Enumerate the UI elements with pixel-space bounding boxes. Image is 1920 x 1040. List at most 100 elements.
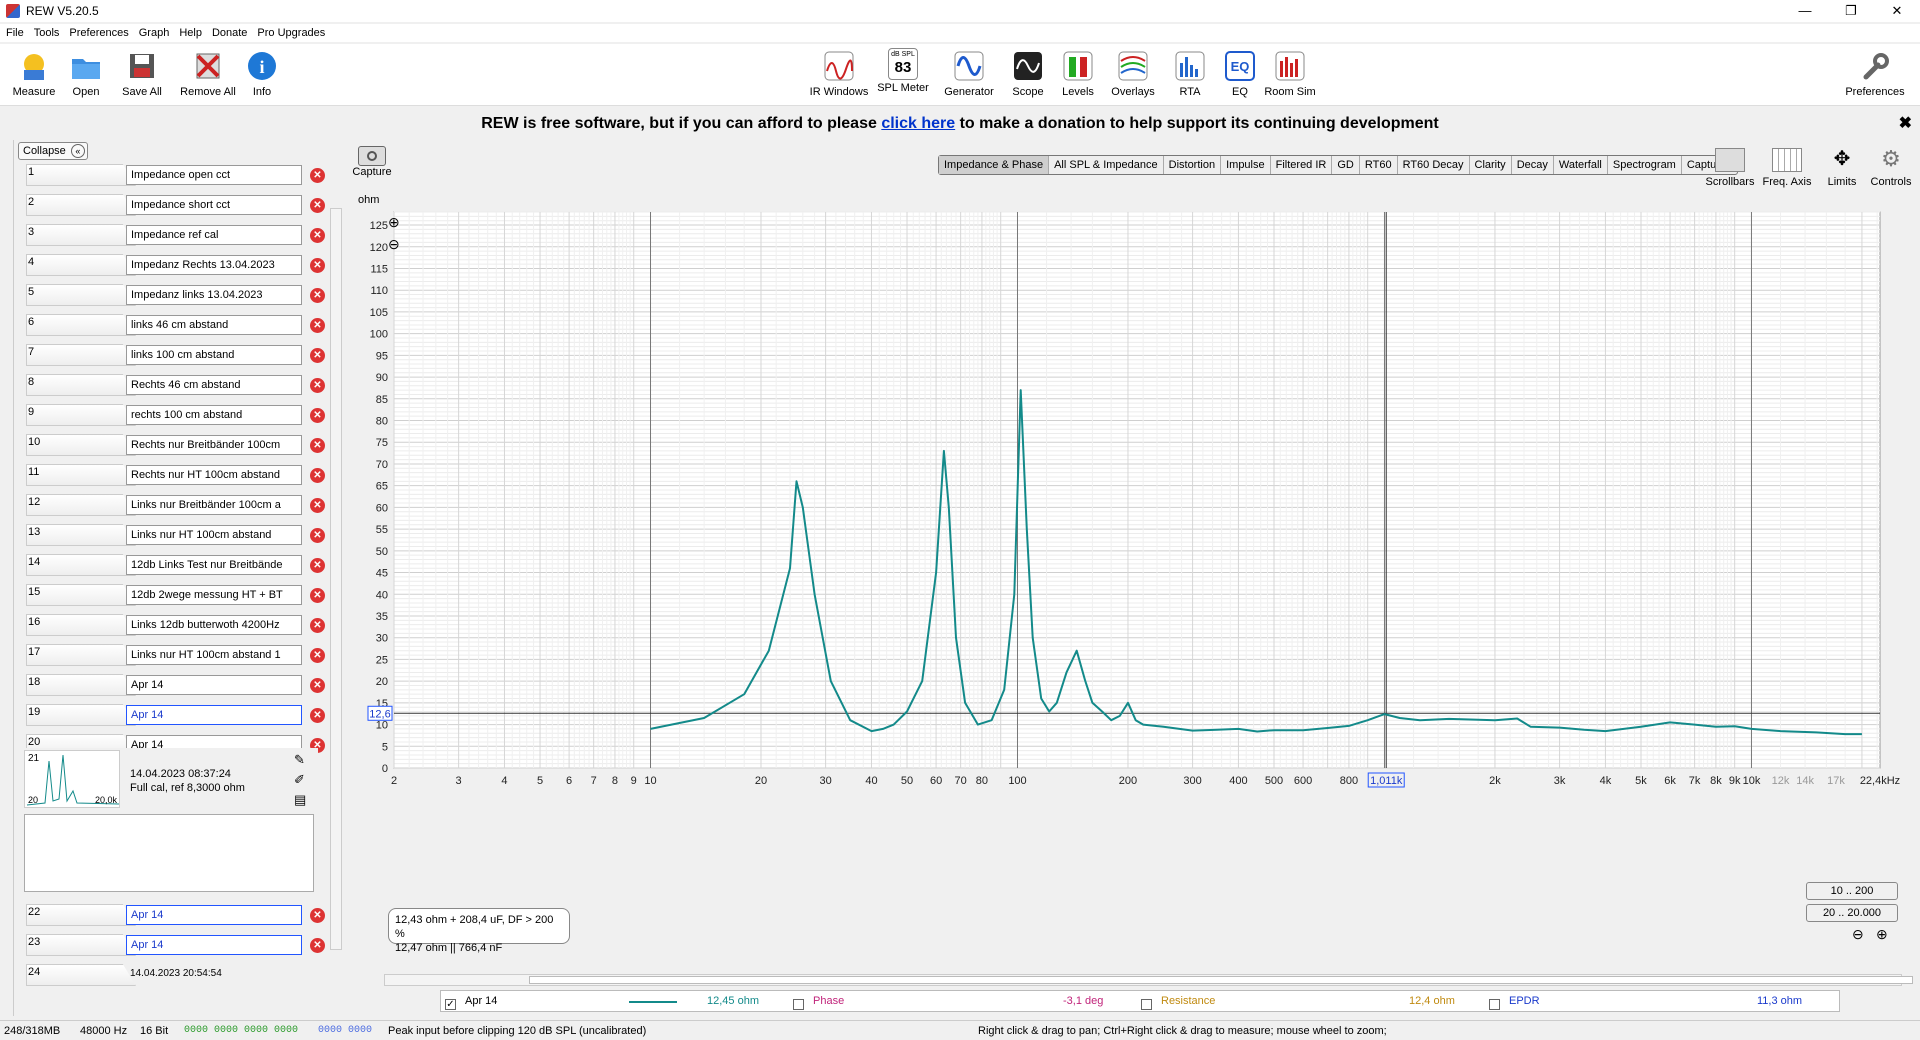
measurement-row[interactable]: 11 Rechts nur HT 100cm abstand ✕ <box>18 462 325 488</box>
open-button[interactable]: Open <box>66 48 106 98</box>
measurement-row[interactable]: 5 Impedanz links 13.04.2023 ✕ <box>18 282 325 308</box>
tab-decay[interactable]: Decay <box>1512 156 1554 174</box>
measurement-thumbnail[interactable] <box>26 374 136 396</box>
menu-file[interactable]: File <box>6 27 24 39</box>
horizontal-scrollbar[interactable] <box>384 974 1913 986</box>
measure-button[interactable]: Measure <box>10 48 58 98</box>
tab-waterfall[interactable]: Waterfall <box>1554 156 1608 174</box>
maximize-button[interactable]: ❐ <box>1828 0 1874 22</box>
tab-gd[interactable]: GD <box>1332 156 1360 174</box>
measurement-name-field[interactable]: Impedance short cct <box>126 195 302 215</box>
tab-distortion[interactable]: Distortion <box>1164 156 1222 174</box>
measurement-thumbnail[interactable] <box>26 494 136 516</box>
menu-pro-upgrades[interactable]: Pro Upgrades <box>257 27 325 39</box>
measurement-thumbnail[interactable] <box>26 964 136 986</box>
capture-button[interactable]: Capture <box>352 146 392 178</box>
measurement-row[interactable]: 13 Links nur HT 100cm abstand ✕ <box>18 522 325 548</box>
measurement-name-field[interactable]: Apr 14 <box>126 935 302 955</box>
limits-button[interactable]: ✥ Limits <box>1822 148 1862 188</box>
measurement-name-field[interactable]: Apr 14 <box>126 905 302 925</box>
info-button[interactable]: i Info <box>244 48 280 98</box>
tab-rt60[interactable]: RT60 <box>1360 156 1398 174</box>
measurement-thumbnail[interactable] <box>26 254 136 276</box>
eq-button[interactable]: EQ EQ <box>1220 48 1260 98</box>
zoom-out-icon[interactable]: ⊖ <box>1852 926 1864 943</box>
info-edit-icon[interactable]: ✎ <box>294 752 305 768</box>
measurement-row[interactable]: 8 Rechts 46 cm abstand ✕ <box>18 372 325 398</box>
measurement-thumbnail[interactable] <box>26 674 136 696</box>
tab-spectrogram[interactable]: Spectrogram <box>1608 156 1682 174</box>
close-button[interactable]: ✕ <box>1874 0 1920 22</box>
measurement-row[interactable]: 22 Apr 14 ✕ <box>18 902 325 928</box>
notes-icon[interactable]: ▤ <box>294 792 306 808</box>
measurement-thumbnail[interactable] <box>26 524 136 546</box>
minimize-button[interactable]: — <box>1782 0 1828 22</box>
measurement-name-field[interactable]: Impedanz links 13.04.2023 <box>126 285 302 305</box>
close-banner-icon[interactable]: ✖ <box>1899 110 1912 138</box>
measurement-thumbnail[interactable] <box>26 434 136 456</box>
tab-clarity[interactable]: Clarity <box>1470 156 1512 174</box>
tab-filtered-ir[interactable]: Filtered IR <box>1271 156 1333 174</box>
menu-help[interactable]: Help <box>179 27 202 39</box>
zoom-in-icon[interactable]: ⊕ <box>1876 926 1888 943</box>
selected-thumbnail[interactable]: 21 20 20,0k <box>24 750 120 808</box>
measurement-thumbnail[interactable] <box>26 464 136 486</box>
zoom-out-y-icon[interactable]: ⊖ <box>388 236 400 253</box>
measurement-thumbnail[interactable] <box>26 934 136 956</box>
measurement-thumbnail[interactable] <box>26 284 136 306</box>
measurement-name-field[interactable]: Apr 14 <box>126 705 302 725</box>
measurement-name-field[interactable]: 12db 2wege messung HT + BT <box>126 585 302 605</box>
ir-windows-button[interactable]: IR Windows <box>808 48 870 98</box>
generator-button[interactable]: Generator <box>942 48 996 98</box>
measurement-row[interactable]: 10 Rechts nur Breitbänder 100cm ✕ <box>18 432 325 458</box>
rta-button[interactable]: RTA <box>1172 48 1208 98</box>
measurement-name-field[interactable]: rechts 100 cm abstand <box>126 405 302 425</box>
measurement-thumbnail[interactable] <box>26 644 136 666</box>
measurement-row[interactable]: 15 12db 2wege messung HT + BT ✕ <box>18 582 325 608</box>
preferences-button[interactable]: Preferences <box>1842 48 1908 98</box>
spl-meter-button[interactable]: dB SPL 83 SPL Meter <box>876 48 930 94</box>
measurement-thumbnail[interactable] <box>26 164 136 186</box>
freq-axis-button[interactable]: Freq. Axis <box>1758 148 1816 188</box>
measurement-thumbnail[interactable] <box>26 904 136 926</box>
measurement-thumbnail[interactable] <box>26 584 136 606</box>
scope-button[interactable]: Scope <box>1008 48 1048 98</box>
measurement-row[interactable]: 16 Links 12db butterwoth 4200Hz ✕ <box>18 612 325 638</box>
measurement-row[interactable]: 1 Impedance open cct ✕ <box>18 162 325 188</box>
measurement-thumbnail[interactable] <box>26 344 136 366</box>
measurement-thumbnail[interactable] <box>26 224 136 246</box>
measurement-row[interactable]: 9 rechts 100 cm abstand ✕ <box>18 402 325 428</box>
menu-donate[interactable]: Donate <box>212 27 247 39</box>
menu-preferences[interactable]: Preferences <box>69 27 128 39</box>
impedance-chart[interactable]: 0510152025303540455055606570758085909510… <box>322 200 1920 990</box>
menu-tools[interactable]: Tools <box>34 27 60 39</box>
measurement-name-field[interactable]: Impedance ref cal <box>126 225 302 245</box>
overlays-button[interactable]: Overlays <box>1108 48 1158 98</box>
zoom-in-y-icon[interactable]: ⊕ <box>388 214 400 231</box>
measurement-name-field[interactable]: Links nur HT 100cm abstand 1 <box>126 645 302 665</box>
measurement-row[interactable]: 14 12db Links Test nur Breitbände ✕ <box>18 552 325 578</box>
tab-rt60-decay[interactable]: RT60 Decay <box>1398 156 1470 174</box>
remove-all-button[interactable]: Remove All <box>178 48 238 98</box>
measurement-name-field[interactable]: Links nur Breitbänder 100cm a <box>126 495 302 515</box>
measurement-row[interactable]: 3 Impedance ref cal ✕ <box>18 222 325 248</box>
measurement-thumbnail[interactable] <box>26 554 136 576</box>
measurement-thumbnail[interactable] <box>26 404 136 426</box>
menu-graph[interactable]: Graph <box>139 27 170 39</box>
measurement-name-field[interactable]: Rechts nur HT 100cm abstand <box>126 465 302 485</box>
measurement-thumbnail[interactable] <box>26 194 136 216</box>
measurement-thumbnail[interactable] <box>26 704 136 726</box>
tab-all-spl-impedance[interactable]: All SPL & Impedance <box>1049 156 1164 174</box>
range-20-20000-button[interactable]: 20 .. 20.000 <box>1806 904 1898 922</box>
measurement-name-field[interactable]: Links 12db butterwoth 4200Hz <box>126 615 302 635</box>
measurement-name-field[interactable]: Apr 14 <box>126 675 302 695</box>
measurement-row[interactable]: 24 14.04.2023 20:54:54 <box>18 962 318 988</box>
measurement-name-field[interactable]: 12db Links Test nur Breitbände <box>126 555 302 575</box>
sidebar-scrollbar[interactable] <box>0 140 14 1016</box>
measurement-row[interactable]: 4 Impedanz Rechts 13.04.2023 ✕ <box>18 252 325 278</box>
notes-textarea[interactable] <box>24 814 314 892</box>
tab-impedance-phase[interactable]: Impedance & Phase <box>939 156 1050 174</box>
measurement-row[interactable]: 6 links 46 cm abstand ✕ <box>18 312 325 338</box>
measurement-name-field[interactable]: Rechts 46 cm abstand <box>126 375 302 395</box>
measurement-row[interactable]: 17 Links nur HT 100cm abstand 1 ✕ <box>18 642 325 668</box>
